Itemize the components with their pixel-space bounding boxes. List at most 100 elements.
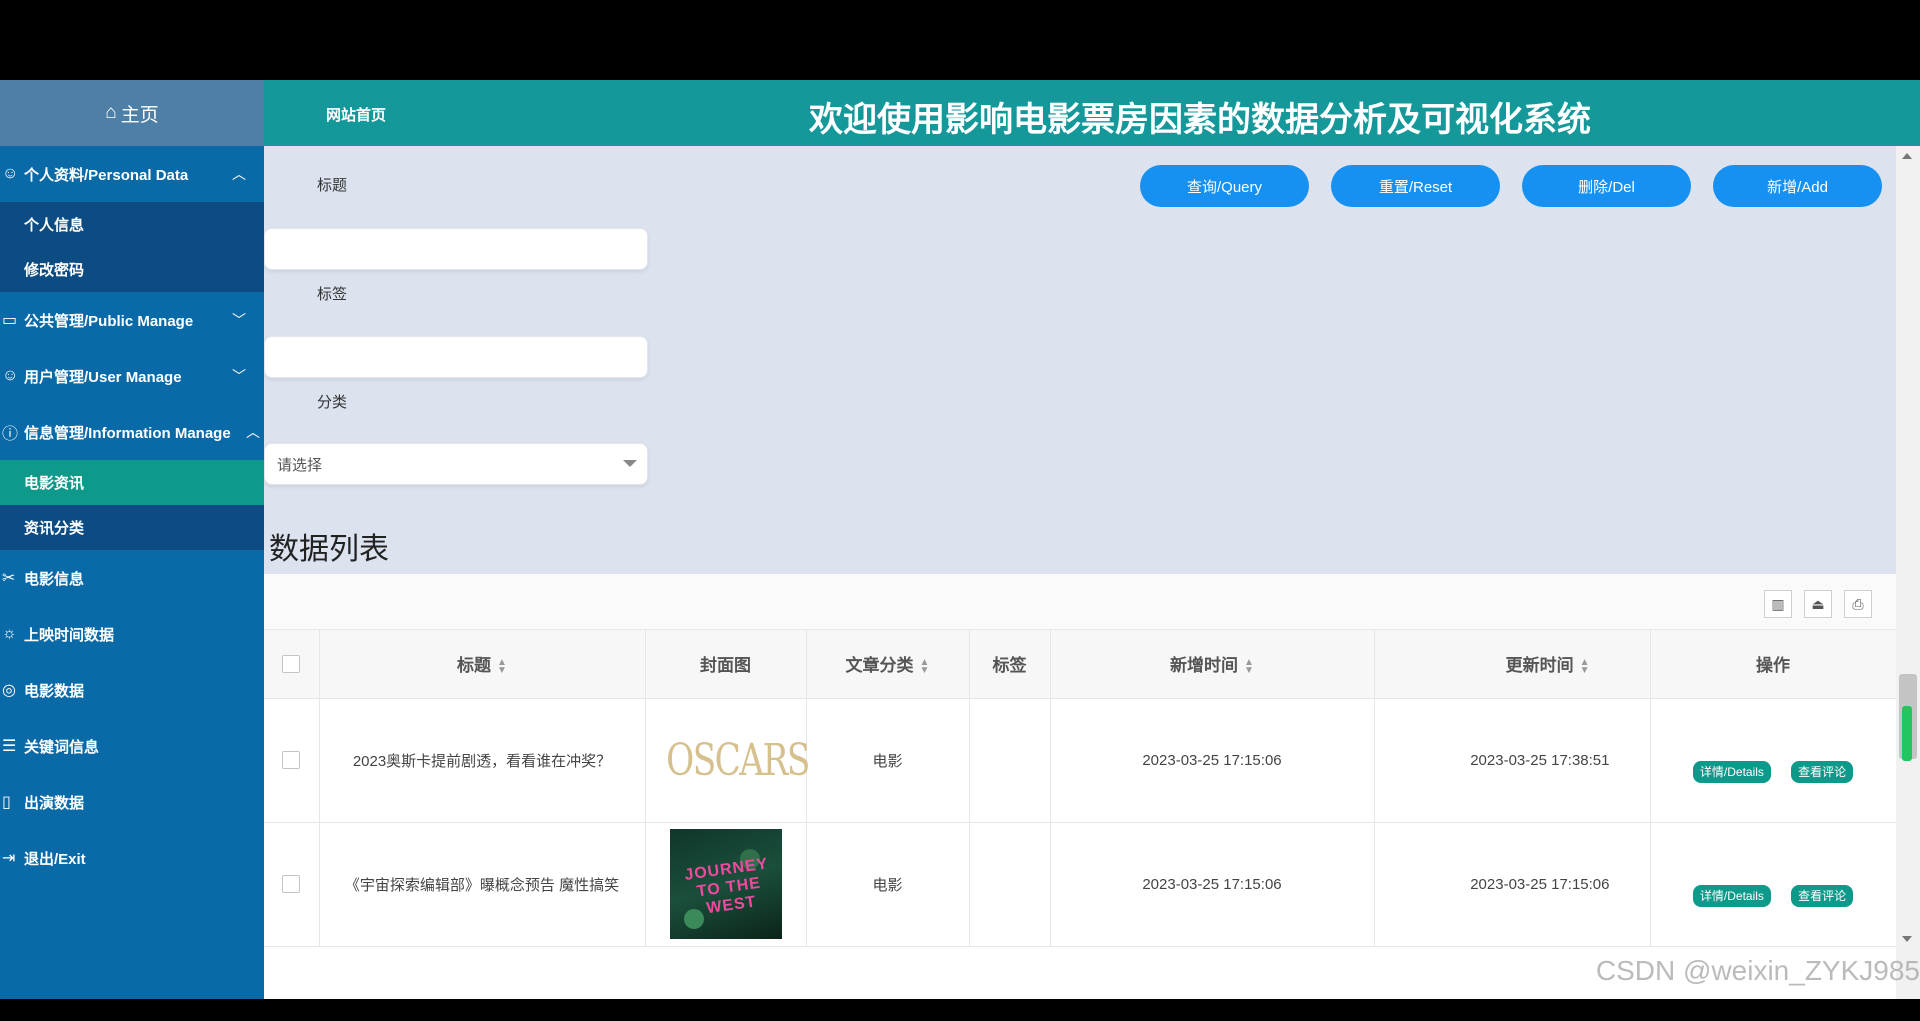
phone-icon: ▯ bbox=[2, 794, 11, 811]
cover-image[interactable]: JOURNEY TO THE WEST bbox=[669, 829, 782, 939]
sidebar-item-movie-news[interactable]: 电影资讯 bbox=[0, 460, 264, 505]
updated-cell: 2023-03-25 17:15:06 bbox=[1374, 822, 1651, 947]
select-all-checkbox[interactable] bbox=[282, 655, 301, 674]
column-header-actions: 操作 bbox=[1650, 630, 1897, 699]
column-header-category[interactable]: 文章分类 ▲ ▼ bbox=[806, 630, 970, 699]
sidebar-home[interactable]: ⌂ 主页 bbox=[0, 80, 264, 146]
column-header-title[interactable]: 标题 ▲ ▼ bbox=[319, 630, 646, 699]
column-header-label: 新增时间 bbox=[1170, 656, 1239, 676]
view-comments-button[interactable]: 查看评论 bbox=[1791, 885, 1854, 907]
sidebar-item-label: 出演数据 bbox=[24, 794, 85, 812]
title-cell: 2023奥斯卡提前剧透，看看谁在冲奖？ bbox=[319, 698, 646, 823]
title-filter-input[interactable] bbox=[264, 228, 648, 270]
table-toolbar: ▥ ⏏ ⎙ bbox=[264, 574, 1896, 630]
category-select[interactable]: 请选择 bbox=[264, 443, 648, 485]
sidebar-group-label: 用户管理/User Manage bbox=[24, 368, 182, 386]
sidebar-item-news-category[interactable]: 资讯分类 bbox=[0, 505, 264, 550]
sort-icon[interactable]: ▲ ▼ bbox=[497, 657, 507, 675]
category-cell: 电影 bbox=[806, 822, 970, 947]
sidebar-group-users[interactable]: ☺ 用户管理/User Manage ﹀ bbox=[0, 348, 264, 404]
column-header-cover: 封面图 bbox=[645, 630, 807, 699]
sidebar-group-public[interactable]: ▭ 公共管理/Public Manage ﹀ bbox=[0, 292, 264, 348]
column-header-created[interactable]: 新增时间 ▲ ▼ bbox=[1050, 630, 1375, 699]
tag-filter-label: 标签 bbox=[317, 286, 348, 303]
sort-icon[interactable]: ▲ ▼ bbox=[1244, 657, 1254, 675]
user-icon: ☺ bbox=[2, 367, 19, 384]
sidebar-group-personal[interactable]: ☺ 个人资料/Personal Data ︿ bbox=[0, 146, 264, 202]
app-window: ⌂ 主页 ☺ 个人资料/Personal Data ︿ 个人信息 修改密码 ▭ … bbox=[0, 80, 1920, 999]
sidebar-item-keyword[interactable]: ☰ 关键词信息 bbox=[0, 718, 264, 774]
sidebar-group-information[interactable]: ⓘ 信息管理/Information Manage ︿ bbox=[0, 404, 264, 460]
keyword-icon: ☰ bbox=[2, 738, 17, 755]
sidebar-item-movie-data[interactable]: ◎ 电影数据 bbox=[0, 662, 264, 718]
query-button[interactable]: 查询/Query bbox=[1140, 165, 1309, 207]
sort-icon[interactable]: ▲ ▼ bbox=[1580, 657, 1590, 675]
view-comments-button[interactable]: 查看评论 bbox=[1791, 761, 1854, 783]
table-row[interactable]: 《宇宙探索编辑部》曝概念预告 魔性搞笑 JOURNEY TO THE WEST … bbox=[264, 822, 1897, 947]
page-title: 欢迎使用影响电影票房因素的数据分析及可视化系统 bbox=[809, 101, 1591, 139]
category-filter-label: 分类 bbox=[317, 394, 348, 411]
column-header-tag: 标签 bbox=[969, 630, 1051, 699]
film-icon: ✂ bbox=[2, 570, 16, 587]
sidebar-item-label: 个人信息 bbox=[24, 217, 85, 234]
column-header-label: 封面图 bbox=[700, 656, 751, 676]
scroll-up-icon[interactable] bbox=[1902, 153, 1912, 159]
select-all-cell bbox=[264, 630, 320, 699]
caret-down-icon bbox=[623, 460, 637, 467]
cover-image[interactable]: OSCARS bbox=[666, 735, 810, 786]
delete-button[interactable]: 删除/Del bbox=[1522, 165, 1691, 207]
sidebar-item-label: 电影资讯 bbox=[24, 475, 85, 492]
data-table: 标题 ▲ ▼ 封面图 文章分类 ▲ ▼ 标签 新增时间 ▲ ▼ 更新时间 ▲ ▼ 操作 2023… bbox=[264, 630, 1897, 947]
tag-cell bbox=[969, 822, 1051, 947]
watermark: CSDN @weixin_ZYKJ985 bbox=[1595, 955, 1920, 986]
sort-icon[interactable]: ▲ ▼ bbox=[920, 657, 930, 675]
add-button[interactable]: 新增/Add bbox=[1713, 165, 1882, 207]
sidebar-group-label: 公共管理/Public Manage bbox=[24, 312, 194, 330]
row-select-cell bbox=[264, 822, 320, 947]
row-checkbox[interactable] bbox=[282, 751, 301, 770]
home-icon: ⌂ bbox=[105, 102, 117, 123]
header-bar: 网站首页 欢迎使用影响电影票房因素的数据分析及可视化系统 bbox=[264, 80, 1920, 146]
info-icon: ⓘ bbox=[2, 426, 19, 443]
column-header-label: 更新时间 bbox=[1505, 656, 1574, 676]
details-button[interactable]: 详情/Details bbox=[1692, 885, 1771, 907]
sidebar-item-release-data[interactable]: ☼ 上映时间数据 bbox=[0, 606, 264, 662]
print-icon[interactable]: ⎙ bbox=[1844, 590, 1872, 618]
sidebar-item-movie-info[interactable]: ✂ 电影信息 bbox=[0, 550, 264, 606]
created-cell: 2023-03-25 17:15:06 bbox=[1050, 698, 1375, 823]
submenu-information: 电影资讯 资讯分类 bbox=[0, 460, 264, 550]
sidebar: ⌂ 主页 ☺ 个人资料/Personal Data ︿ 个人信息 修改密码 ▭ … bbox=[0, 80, 264, 999]
nav-home-link[interactable]: 网站首页 bbox=[326, 104, 386, 125]
vertical-scrollbar[interactable] bbox=[1896, 146, 1920, 999]
column-header-label: 操作 bbox=[1756, 656, 1790, 676]
details-button[interactable]: 详情/Details bbox=[1692, 761, 1771, 783]
poster-text: JOURNEY TO THE WEST bbox=[682, 855, 769, 918]
cover-cell: OSCARS bbox=[645, 698, 810, 823]
sidebar-item-label: 上映时间数据 bbox=[24, 626, 115, 644]
export-icon[interactable]: ⏏ bbox=[1804, 590, 1832, 618]
sidebar-item-profile[interactable]: 个人信息 bbox=[0, 202, 264, 247]
scroll-indicator bbox=[1902, 706, 1912, 761]
category-select-value: 请选择 bbox=[277, 456, 323, 474]
column-header-label: 标题 bbox=[457, 656, 492, 676]
sidebar-item-cast-data[interactable]: ▯ 出演数据 bbox=[0, 774, 264, 830]
tag-filter-input[interactable] bbox=[264, 336, 648, 378]
exit-icon: ⇥ bbox=[2, 850, 16, 867]
reset-button[interactable]: 重置/Reset bbox=[1331, 165, 1500, 207]
column-header-updated[interactable]: 更新时间 ▲ ▼ bbox=[1374, 630, 1651, 699]
scroll-down-icon[interactable] bbox=[1902, 936, 1912, 942]
sidebar-item-exit[interactable]: ⇥ 退出/Exit bbox=[0, 830, 264, 886]
sidebar-item-label: 电影信息 bbox=[24, 570, 85, 588]
actions-cell: 详情/Details 查看评论 bbox=[1650, 822, 1897, 947]
sidebar-item-change-password[interactable]: 修改密码 bbox=[0, 247, 264, 292]
updated-cell: 2023-03-25 17:38:51 bbox=[1374, 698, 1651, 823]
row-checkbox[interactable] bbox=[282, 875, 301, 894]
category-cell: 电影 bbox=[806, 698, 970, 823]
calendar-icon: ☼ bbox=[2, 625, 17, 642]
title-cell: 《宇宙探索编辑部》曝概念预告 魔性搞笑 bbox=[319, 822, 646, 947]
chevron-down-icon: ﹀ bbox=[232, 312, 246, 328]
table-row[interactable]: 2023奥斯卡提前剧透，看看谁在冲奖？ OSCARS 电影 2023-03-25… bbox=[264, 698, 1897, 823]
columns-icon[interactable]: ▥ bbox=[1764, 590, 1792, 618]
user-icon: ☺ bbox=[2, 165, 19, 182]
sidebar-item-label: 电影数据 bbox=[24, 682, 85, 700]
